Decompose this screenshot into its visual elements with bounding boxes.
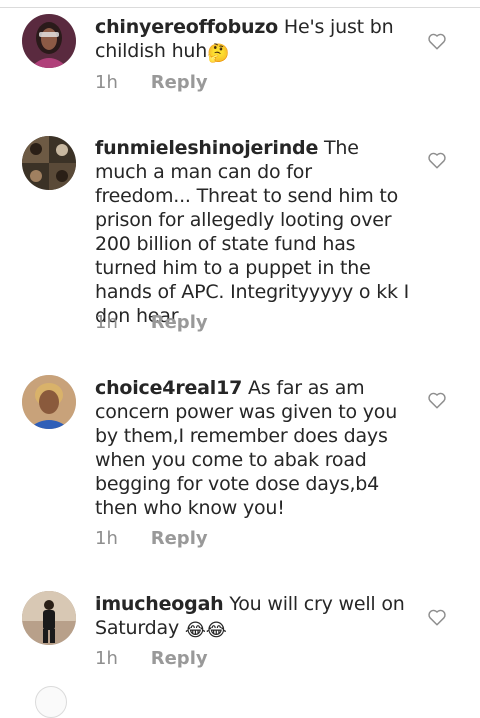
comment-time: 1h — [95, 312, 118, 333]
avatar-photo — [22, 136, 76, 190]
avatar-photo — [22, 375, 76, 429]
reply-button[interactable]: Reply — [151, 72, 208, 93]
reply-button[interactable]: Reply — [151, 312, 208, 333]
comment-time: 1h — [95, 528, 118, 549]
reply-button[interactable]: Reply — [151, 528, 208, 549]
comment-text: choice4real17 As far as am concern power… — [95, 376, 413, 520]
heart-outline-icon[interactable] — [427, 391, 447, 409]
heart-outline-icon[interactable] — [427, 608, 447, 626]
comment-meta: 1h Reply — [95, 312, 208, 333]
avatar[interactable] — [22, 375, 76, 429]
avatar-photo — [22, 591, 76, 645]
avatar[interactable] — [22, 591, 76, 645]
comment-text: imucheogah You will cry well on Saturday… — [95, 592, 413, 641]
laughing-tears-emoji: 😂😂 — [184, 620, 227, 641]
comment-time: 1h — [95, 72, 118, 93]
comment-meta: 1h Reply — [95, 72, 208, 93]
heart-outline-icon[interactable] — [427, 32, 447, 50]
avatar[interactable] — [22, 14, 76, 68]
comment-meta: 1h Reply — [95, 528, 208, 549]
comment-time: 1h — [95, 648, 118, 669]
reply-button[interactable]: Reply — [151, 648, 208, 669]
comment-username[interactable]: chinyereoffobuzo — [95, 16, 278, 38]
comment-username[interactable]: funmieleshinojerinde — [95, 137, 318, 159]
avatar[interactable] — [22, 136, 76, 190]
comment-text: chinyereoffobuzo He's just bn childish h… — [95, 15, 413, 64]
comment-text: funmieleshinojerinde The much a man can … — [95, 136, 413, 328]
thinking-face-emoji: 🤔 — [207, 43, 230, 64]
comment-meta: 1h Reply — [95, 648, 208, 669]
comment-username[interactable]: choice4real17 — [95, 377, 242, 399]
heart-outline-icon[interactable] — [427, 151, 447, 169]
avatar-photo — [22, 14, 76, 68]
comment-body: The much a man can do for freedom... Thr… — [95, 137, 410, 327]
top-divider — [0, 0, 480, 8]
comment-username[interactable]: imucheogah — [95, 593, 224, 615]
